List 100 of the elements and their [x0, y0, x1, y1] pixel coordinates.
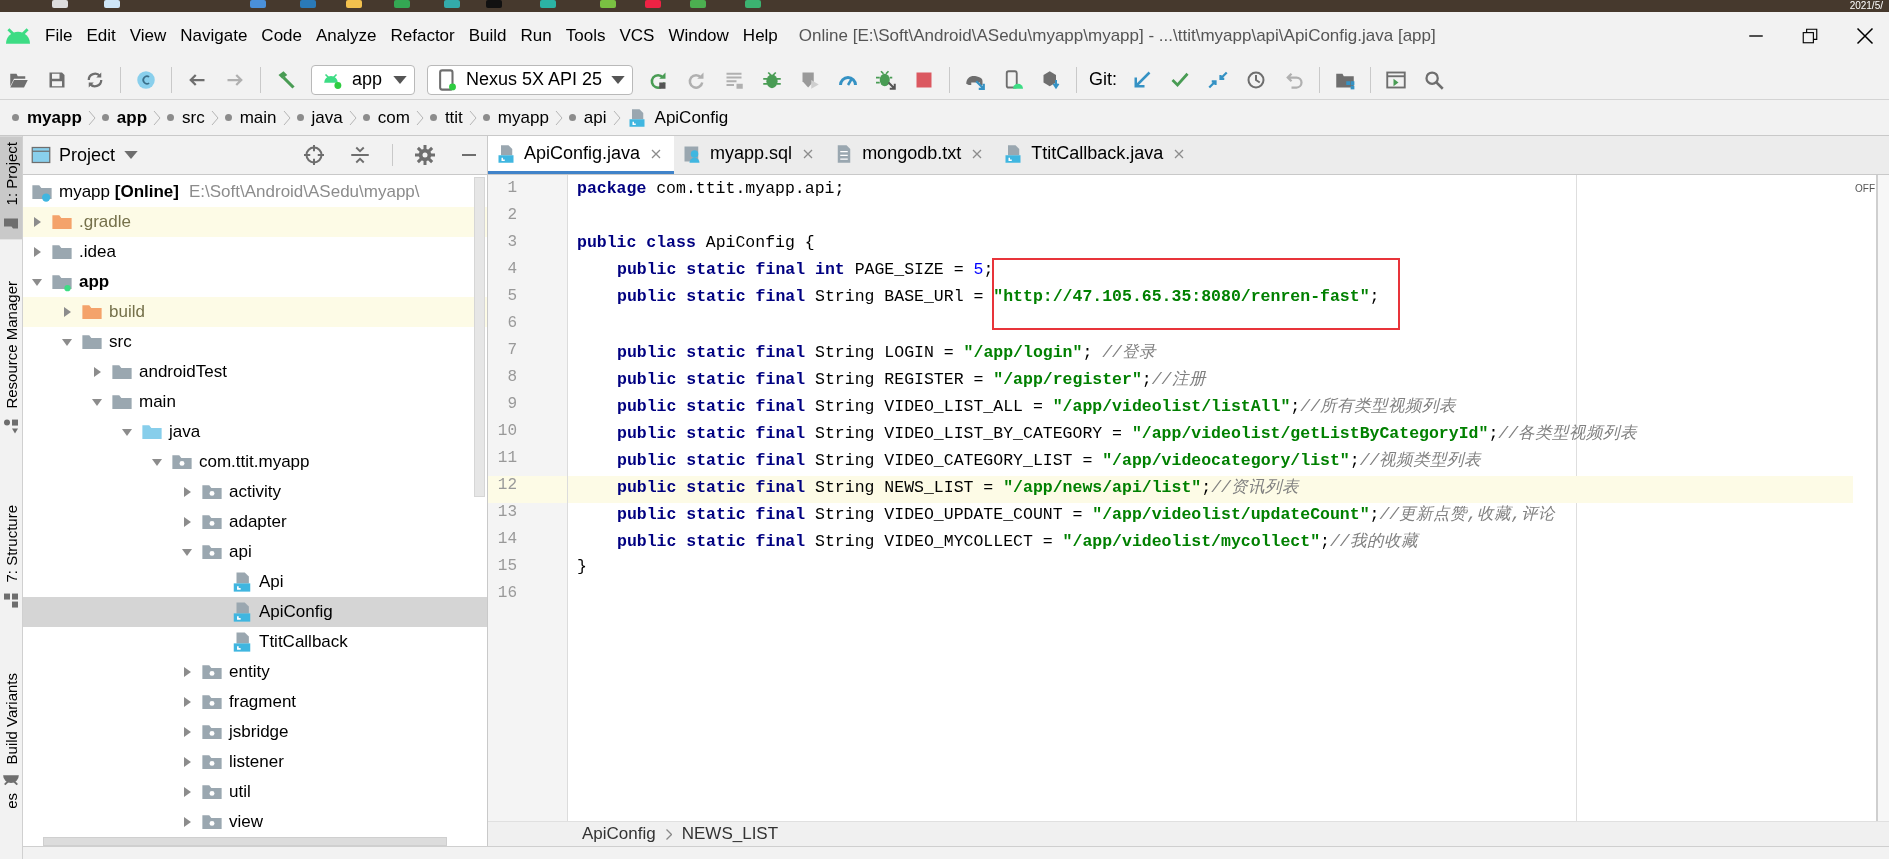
menu-item[interactable]: Code [254, 22, 309, 50]
chevron-icon [554, 109, 563, 126]
editor-tab[interactable]: mongodb.txt [826, 136, 996, 174]
menu-item[interactable]: Navigate [173, 22, 255, 50]
menu-item[interactable]: View [122, 22, 174, 50]
terminal-icon[interactable] [1386, 69, 1406, 90]
chevron-icon [153, 109, 162, 126]
tree-item[interactable]: adapter [23, 507, 487, 537]
scrollbar[interactable] [1876, 175, 1889, 821]
hammer-icon[interactable] [276, 69, 296, 90]
bug-arrow-icon[interactable] [876, 69, 896, 90]
menu-item[interactable]: Run [513, 22, 559, 50]
locate-icon[interactable] [304, 145, 324, 165]
box-icon[interactable] [1041, 69, 1061, 90]
collapse-all-icon[interactable] [350, 145, 370, 165]
tree-item[interactable]: view [23, 807, 487, 837]
tree-item[interactable]: src [23, 327, 487, 357]
bug-icon[interactable] [762, 69, 782, 90]
close-icon[interactable] [1855, 26, 1875, 46]
tree-item[interactable]: .idea [23, 237, 487, 267]
menu-item[interactable]: Refactor [383, 22, 462, 50]
tool-window-tab[interactable]: Resource Manager [0, 275, 22, 443]
tree-item[interactable]: app [23, 267, 487, 297]
tree-item[interactable]: main [23, 387, 487, 417]
tree-item[interactable]: TtitCallback [23, 627, 487, 657]
menu-item[interactable]: Window [661, 22, 736, 50]
code-line: public class ApiConfig { [576, 233, 816, 254]
taskbar-app-icon[interactable] [540, 0, 556, 8]
breadcrumb-item[interactable]: app [95, 107, 154, 128]
taskbar-app-icon[interactable] [600, 0, 616, 8]
taskbar-app-icon[interactable] [745, 0, 761, 8]
tree-item[interactable]: activity [23, 477, 487, 507]
tree-item[interactable]: androidTest [23, 357, 487, 387]
taskbar-app-icon[interactable] [52, 0, 68, 8]
taskbar-app-icon[interactable] [250, 0, 266, 8]
breadcrumb-item[interactable]: main [218, 107, 283, 128]
breadcrumb-item[interactable]: NEWS_LIST [681, 824, 779, 844]
breadcrumb-item[interactable]: myapp [6, 107, 88, 128]
editor-tab[interactable]: ApiConfig.java [488, 136, 675, 174]
menu-item[interactable]: Edit [79, 22, 123, 50]
menu-item[interactable]: Build [461, 22, 514, 50]
tree-item[interactable]: jsbridge [23, 717, 487, 747]
tree-item[interactable]: entity [23, 657, 487, 687]
scrollbar[interactable] [43, 837, 447, 846]
tree-item[interactable]: ApiConfig [23, 597, 487, 627]
tool-window-tab[interactable]: es [0, 792, 22, 809]
menu-item[interactable]: Help [735, 22, 785, 50]
caret-icon [610, 73, 626, 86]
chevron-icon [210, 109, 219, 126]
tree-item[interactable]: fragment [23, 687, 487, 717]
taskbar-app-icon[interactable] [394, 0, 410, 8]
menu-item[interactable]: VCS [612, 22, 662, 50]
breadcrumb-item[interactable]: java [290, 107, 349, 128]
taskbar-app-icon[interactable] [104, 0, 120, 8]
tree-item[interactable]: myapp [Online] E:\Soft\Android\ASedu\myapp\ [23, 177, 487, 207]
settings-icon[interactable] [415, 145, 435, 165]
editor-tab[interactable]: myapp.sql [674, 136, 827, 174]
menu-item[interactable]: Tools [558, 22, 613, 50]
tool-window-tab[interactable]: Build Variants [0, 666, 22, 793]
tree-item[interactable]: .gradle [23, 207, 487, 237]
caret-icon [392, 73, 408, 86]
tree-item[interactable]: build [23, 297, 487, 327]
breadcrumb-item[interactable]: ApiConfig [582, 824, 656, 844]
breadcrumb-item[interactable]: com [356, 107, 416, 128]
search-icon[interactable] [1424, 69, 1444, 90]
tree-item[interactable]: api [23, 537, 487, 567]
class-circle-icon[interactable] [136, 69, 156, 90]
scrollbar[interactable] [474, 177, 485, 497]
taskbar-app-icon[interactable] [444, 0, 460, 8]
breadcrumb-item[interactable]: src [161, 107, 211, 128]
tree-item[interactable]: Api [23, 567, 487, 597]
caret-icon [123, 149, 140, 161]
update-arrow-icon[interactable] [1132, 69, 1152, 90]
run-configuration-dropdown[interactable]: app [311, 64, 415, 95]
tool-window-tab[interactable]: 1: Project [0, 136, 22, 240]
menu-item[interactable]: Analyze [309, 22, 384, 50]
minimize-icon[interactable] [459, 153, 479, 157]
line-number: 2 [506, 206, 518, 226]
restore-icon[interactable] [1801, 27, 1819, 45]
taskbar-app-icon[interactable] [346, 0, 362, 8]
merge-arrows-icon[interactable] [1208, 69, 1228, 90]
dot-icon [482, 114, 490, 121]
tree-item[interactable]: listener [23, 747, 487, 777]
tree-item[interactable]: com.ttit.myapp [23, 447, 487, 477]
breadcrumb-item[interactable]: myapp [476, 107, 555, 128]
tree-item[interactable]: util [23, 777, 487, 807]
tree-item[interactable]: java [23, 417, 487, 447]
editor-tab[interactable]: TtitCallback.java [995, 136, 1198, 174]
taskbar-app-icon[interactable] [645, 0, 661, 8]
device-dropdown[interactable]: Nexus 5X API 25 [427, 64, 633, 95]
project-view-dropdown[interactable]: Project [31, 144, 140, 166]
tool-window-tab[interactable]: 7: Structure [0, 498, 22, 617]
breadcrumb-item[interactable]: api [562, 107, 613, 128]
clock-icon[interactable] [1246, 69, 1266, 90]
breadcrumb-item[interactable]: ApiConfig [620, 107, 735, 128]
taskbar-app-icon[interactable] [690, 0, 706, 8]
menu-item[interactable]: File [38, 22, 80, 50]
phone-icon[interactable] [1003, 69, 1023, 90]
taskbar-app-icon[interactable] [300, 0, 316, 8]
breadcrumb-item[interactable]: ttit [423, 107, 469, 128]
